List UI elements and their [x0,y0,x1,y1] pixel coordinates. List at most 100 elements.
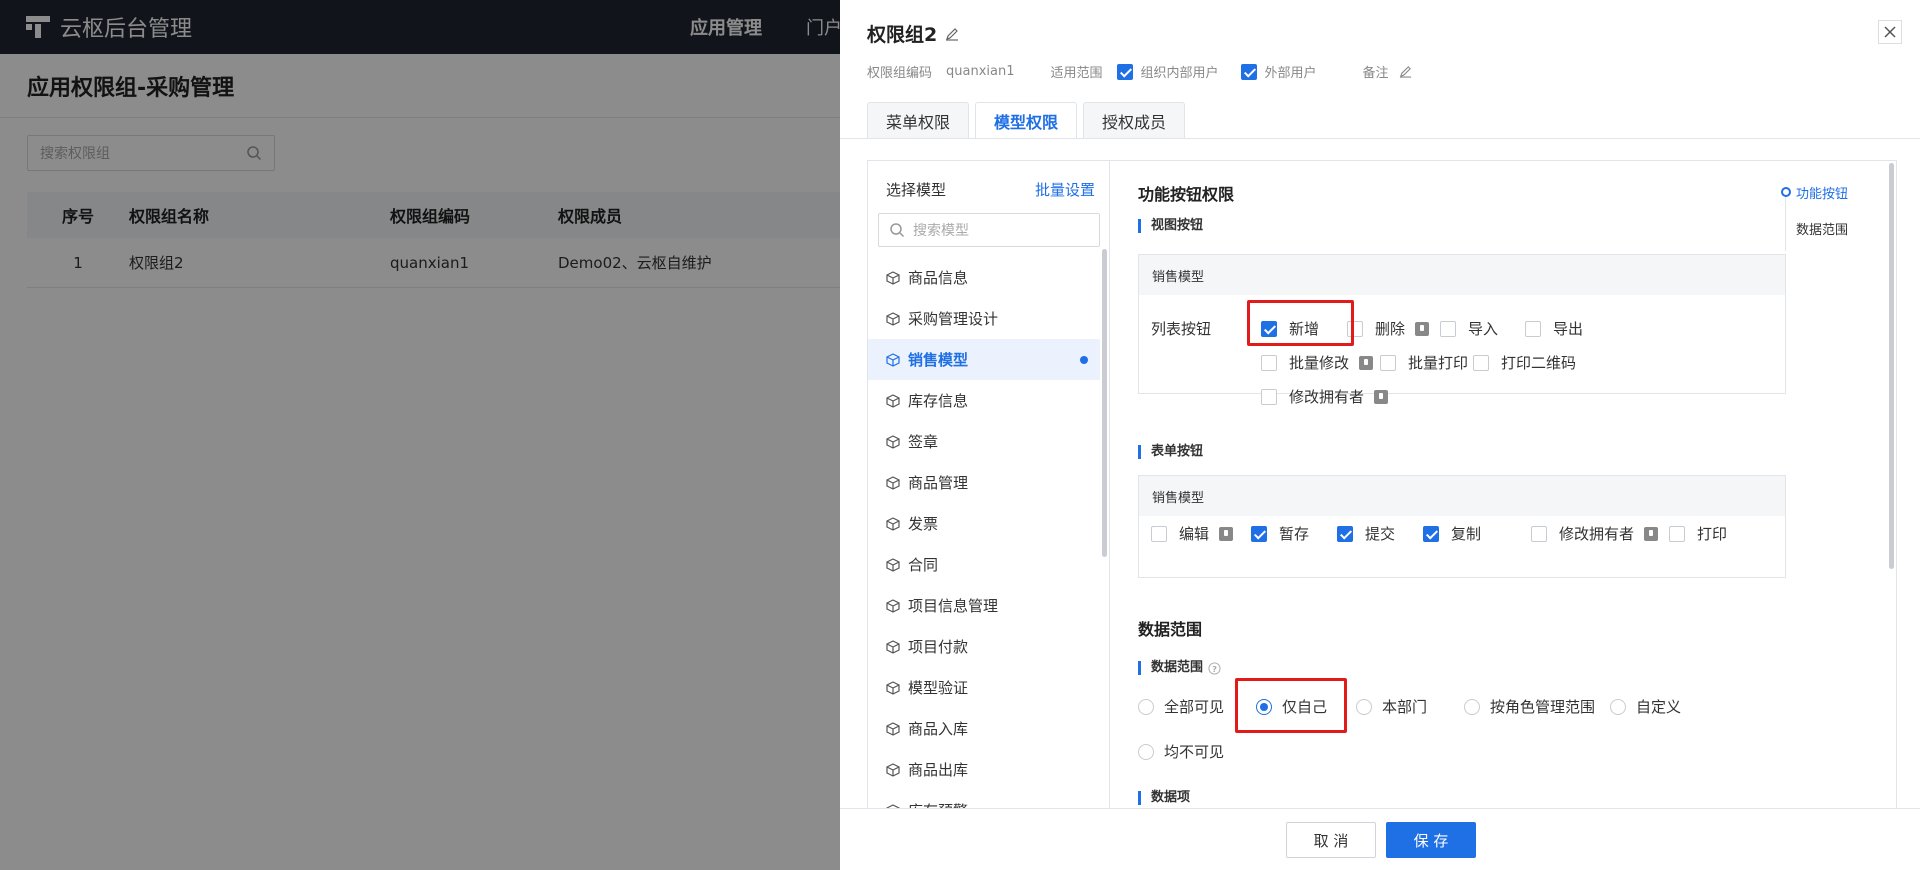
form-label: 打印 [1697,525,1728,543]
close-icon[interactable] [1878,20,1902,44]
model-list-item[interactable]: 项目信息管理 [868,585,1100,626]
form-checkbox[interactable] [1151,525,1167,542]
scope-radio[interactable] [1138,743,1154,760]
model-list-item-label: 商品信息 [908,269,969,287]
function-button-title: 功能按钮权限 [1138,185,1235,204]
lock-icon [1219,526,1234,541]
scope-outer-checkbox[interactable] [1240,63,1257,80]
scope-outer-label: 外部用户 [1264,66,1317,81]
model-list-item[interactable]: 模型验证 [868,667,1100,708]
edit-icon[interactable] [945,27,959,41]
form-option[interactable]: 暂存 [1251,523,1309,544]
form-label: 修改拥有者 [1559,525,1635,543]
cube-icon [886,598,900,613]
view-box-head: 销售模型 [1139,255,1785,295]
scope-radio[interactable] [1610,698,1626,715]
help-icon[interactable]: ? [1208,661,1221,675]
scope-radio[interactable] [1356,698,1372,715]
data-scope-subtitle-text: 数据范围 [1151,660,1204,675]
form-button-subtitle: 表单按钮 [1138,445,1203,459]
model-list-item[interactable]: 销售模型 [868,339,1100,380]
active-dot [1080,356,1088,364]
model-list: 商品信息采购管理设计 销售模型 库存信息 签章 商品管理 发票 合同 项目信息管理 项目付款 模型… [868,257,1100,810]
view-checkbox[interactable] [1440,320,1456,337]
remark-edit-icon[interactable] [1399,65,1412,78]
form-checkbox[interactable] [1531,525,1547,542]
form-checkbox[interactable] [1423,525,1439,542]
remark-label: 备注 [1362,66,1389,81]
form-checkbox[interactable] [1669,525,1685,542]
model-list-item[interactable]: 发票 [868,503,1100,544]
model-list-item[interactable]: 商品信息 [868,257,1100,298]
permission-content: 功能按钮权限 视图按钮 销售模型 列表按钮 新增 删除 导入 导出 批量修改 批量打印 打印… [1111,161,1896,810]
tab-menu-permission[interactable]: 菜单权限 [867,102,970,138]
scope-option-label: 自定义 [1636,698,1682,716]
anchor-function-buttons[interactable]: 功能按钮 [1778,183,1888,219]
view-checkbox[interactable] [1261,354,1277,371]
data-scope-subtitle: 数据范围 ? [1138,661,1221,675]
scope-option[interactable]: 均不可见 [1138,741,1224,762]
cube-icon [886,557,900,572]
form-checkbox[interactable] [1337,525,1353,542]
form-option[interactable]: 打印 [1669,523,1727,544]
scope-option[interactable]: 本部门 [1356,696,1427,717]
cube-icon [886,311,900,326]
model-list-item[interactable]: 商品入库 [868,708,1100,749]
model-list-item[interactable]: 合同 [868,544,1100,585]
form-label: 暂存 [1279,525,1310,543]
view-checkbox[interactable] [1525,320,1541,337]
scope-inner-label: 组织内部用户 [1140,66,1219,81]
content-scrollbar[interactable] [1889,163,1894,569]
form-option[interactable]: 编辑 [1151,523,1234,544]
view-option[interactable]: 批量修改 [1261,352,1374,373]
view-checkbox[interactable] [1261,388,1277,405]
form-checkbox[interactable] [1251,525,1267,542]
model-list-item[interactable]: 采购管理设计 [868,298,1100,339]
model-list-scrollbar[interactable] [1102,249,1107,557]
view-option[interactable]: 打印二维码 [1473,352,1576,373]
scope-option-label: 本部门 [1382,698,1428,716]
scope-option-label: 按角色管理范围 [1490,698,1596,716]
cube-icon [886,352,900,367]
permission-drawer: 权限组2 权限组编码 quanxian1 适用范围 组织内部用户 外部用户 备注… [840,0,1920,870]
scope-radio[interactable] [1138,698,1154,715]
scope-radio[interactable] [1464,698,1480,715]
drawer-tabs: 菜单权限 模型权限 授权成员 [867,102,1186,139]
view-option[interactable]: 导出 [1525,318,1583,339]
view-option[interactable]: 修改拥有者 [1261,386,1389,407]
model-list-item[interactable]: 商品管理 [868,462,1100,503]
view-checkbox[interactable] [1380,354,1396,371]
model-list-title: 选择模型 [886,181,947,199]
model-list-item[interactable]: 库存预警 [868,790,1100,810]
view-button-subtitle: 视图按钮 [1138,219,1203,233]
view-label: 打印二维码 [1501,354,1577,372]
tab-authorized-members[interactable]: 授权成员 [1083,102,1186,138]
scope-option[interactable]: 自定义 [1610,696,1681,717]
view-label: 导出 [1553,320,1584,338]
scope-inner-checkbox[interactable] [1116,63,1133,80]
tab-model-permission[interactable]: 模型权限 [975,102,1078,139]
model-list-item[interactable]: 库存信息 [868,380,1100,421]
form-option[interactable]: 修改拥有者 [1531,523,1659,544]
model-permission-panel: 选择模型 批量设置 搜索模型 商品信息 采购管理设计 销售模型 库存信息 签章 商品管理发… [867,160,1897,810]
model-search-input[interactable]: 搜索模型 [878,213,1100,247]
view-label: 修改拥有者 [1289,388,1365,406]
form-option[interactable]: 复制 [1423,523,1481,544]
view-option[interactable]: 批量打印 [1380,352,1468,373]
view-option[interactable]: 导入 [1440,318,1498,339]
lock-icon [1374,389,1389,404]
model-list-item[interactable]: 商品出库 [868,749,1100,790]
batch-setting-link[interactable]: 批量设置 [1035,179,1095,200]
cancel-button[interactable]: 取 消 [1286,822,1376,858]
view-label: 删除 [1375,320,1406,338]
view-checkbox[interactable] [1473,354,1489,371]
model-list-item[interactable]: 签章 [868,421,1100,462]
lock-icon [1359,355,1374,370]
scope-option[interactable]: 按角色管理范围 [1464,696,1595,717]
view-option[interactable]: 删除 [1347,318,1430,339]
scope-option[interactable]: 全部可见 [1138,696,1224,717]
save-button[interactable]: 保 存 [1386,822,1476,858]
anchor-data-scope[interactable]: 数据范围 [1778,219,1888,255]
model-list-item[interactable]: 项目付款 [868,626,1100,667]
form-option[interactable]: 提交 [1337,523,1395,544]
